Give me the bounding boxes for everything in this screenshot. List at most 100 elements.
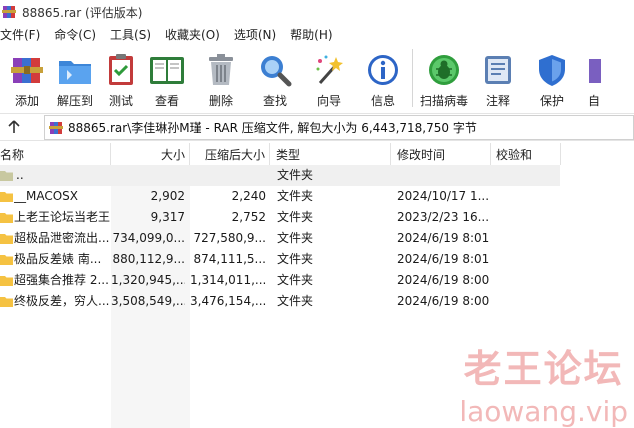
file-packed: 727,580,9... <box>193 231 266 245</box>
folder-icon <box>0 234 13 244</box>
file-type: 文件夹 <box>277 294 314 308</box>
sfx-icon <box>589 59 601 83</box>
file-type: 文件夹 <box>277 273 314 287</box>
table-row[interactable]: .. 文件夹 <box>0 165 560 186</box>
column-name-label: 名称 <box>0 147 25 162</box>
file-modified: 2024/6/19 8:01 <box>397 231 489 245</box>
extract-to-label: 解压到 <box>56 94 93 108</box>
menu-favorites[interactable]: 收藏夹(O) <box>158 24 227 46</box>
test-label: 测试 <box>108 94 133 108</box>
file-size: 734,099,0... <box>112 231 185 245</box>
shield-icon <box>539 55 565 86</box>
scan-virus-button[interactable]: 扫描病毒 <box>420 46 468 110</box>
file-packed: 3,476,154,... <box>190 294 266 308</box>
file-type: 文件夹 <box>277 189 314 203</box>
window-title: 88865.rar (评估版本) <box>22 5 143 20</box>
menu-tools[interactable]: 工具(S) <box>103 24 158 46</box>
file-size <box>111 165 185 186</box>
menu-options[interactable]: 选项(N) <box>227 24 283 46</box>
address-field[interactable]: 88865.rar\李佳琳孙M瑾 - RAR 压缩文件, 解包大小为 6,443… <box>44 115 634 140</box>
menu-help[interactable]: 帮助(H) <box>283 24 339 46</box>
file-name: __MACOSX <box>14 189 79 203</box>
menu-file[interactable]: 文件(F) <box>0 24 47 46</box>
protect-label: 保护 <box>539 94 564 108</box>
view-label: 查看 <box>154 94 179 108</box>
extract-folder-icon <box>59 61 91 84</box>
column-header-name[interactable]: 名称 <box>0 143 111 165</box>
column-header-size[interactable]: 大小 <box>111 143 190 165</box>
file-name: 超极品泄密流出... <box>14 231 110 245</box>
view-button[interactable]: 查看 <box>148 46 186 110</box>
toolbar-separator <box>412 49 413 107</box>
column-type-label: 类型 <box>276 147 301 162</box>
file-type: 文件夹 <box>277 210 314 224</box>
find-label: 查找 <box>262 94 287 108</box>
file-name: 上老王论坛当老王 <box>14 210 110 224</box>
add-label: 添加 <box>14 94 39 108</box>
file-packed <box>190 165 266 186</box>
sfx-button[interactable]: 自 <box>587 46 601 110</box>
file-modified: 2024/6/19 8:00 <box>397 294 489 308</box>
folder-icon <box>0 213 13 223</box>
column-size-label: 大小 <box>160 147 185 162</box>
column-header-type[interactable]: 类型 <box>270 143 391 165</box>
find-button[interactable]: 查找 <box>256 46 294 110</box>
menu-bar: 文件(F) 命令(C) 工具(S) 收藏夹(O) 选项(N) 帮助(H) <box>0 24 634 46</box>
file-list: 名称 大小 压缩后大小 类型 修改时间 校验和 .. 文件夹 __MACOSX … <box>0 143 634 428</box>
table-row[interactable]: 终极反差，穷人... 3,508,549,... 3,476,154,... 文… <box>0 291 560 312</box>
file-size: 2,902 <box>150 189 185 203</box>
table-row[interactable]: 超极品泄密流出... 734,099,0... 727,580,9... 文件夹… <box>0 228 560 249</box>
file-type: 文件夹 <box>277 231 314 245</box>
file-name: 极品反差婊 南... <box>14 252 102 266</box>
info-label: 信息 <box>370 94 395 108</box>
table-row[interactable]: 极品反差婊 南... 880,112,9... 874,111,5... 文件夹… <box>0 249 560 270</box>
file-packed: 874,111,5... <box>193 252 266 266</box>
extract-to-button[interactable]: 解压到 <box>56 46 94 110</box>
file-modified: 2024/6/19 8:00 <box>397 273 489 287</box>
test-clipboard-icon <box>109 54 133 85</box>
file-name: 终极反差，穷人... <box>14 294 110 308</box>
file-name: .. <box>16 168 24 182</box>
table-row[interactable]: 上老王论坛当老王 9,317 2,752 文件夹 2023/2/23 16... <box>0 207 560 228</box>
trash-icon <box>209 54 233 85</box>
title-bar: 88865.rar (评估版本) <box>0 0 634 24</box>
file-modified: 2024/6/19 8:01 <box>397 252 489 266</box>
file-type: 文件夹 <box>277 252 314 266</box>
menu-commands[interactable]: 命令(C) <box>47 24 103 46</box>
folder-icon <box>0 192 13 202</box>
up-one-level-button[interactable] <box>0 114 28 140</box>
info-button[interactable]: 信息 <box>364 46 402 110</box>
delete-button[interactable]: 删除 <box>202 46 240 110</box>
file-type: 文件夹 <box>277 168 314 182</box>
column-header-modified[interactable]: 修改时间 <box>391 143 491 165</box>
wizard-label: 向导 <box>316 94 341 108</box>
winrar-app-icon <box>2 6 16 18</box>
wizard-button[interactable]: 向导 <box>310 46 348 110</box>
arrow-up-icon <box>8 120 20 133</box>
folder-icon <box>0 255 13 265</box>
scan-virus-label: 扫描病毒 <box>420 94 469 108</box>
magnifier-icon <box>261 56 292 87</box>
test-button[interactable]: 测试 <box>102 46 140 110</box>
file-name: 超强集合推荐 2... <box>14 273 109 287</box>
virus-scan-icon <box>429 55 459 85</box>
file-packed: 1,314,011,... <box>190 273 266 287</box>
address-bar: 88865.rar\李佳琳孙M瑾 - RAR 压缩文件, 解包大小为 6,443… <box>0 113 634 141</box>
file-size: 3,508,549,... <box>111 294 185 308</box>
archive-icon <box>49 121 63 134</box>
comment-icon <box>485 56 511 84</box>
table-row[interactable]: __MACOSX 2,902 2,240 文件夹 2024/10/17 1... <box>0 186 560 207</box>
add-button[interactable]: 添加 <box>8 46 46 110</box>
address-path: 88865.rar\李佳琳孙M瑾 - RAR 压缩文件, 解包大小为 6,443… <box>68 121 477 135</box>
column-header-packed[interactable]: 压缩后大小 <box>190 143 270 165</box>
file-modified: 2024/10/17 1... <box>397 189 489 203</box>
view-book-icon <box>150 57 184 84</box>
column-packed-label: 压缩后大小 <box>204 147 265 162</box>
folder-icon <box>0 276 13 286</box>
file-modified <box>397 165 489 186</box>
comment-button[interactable]: 注释 <box>479 46 517 110</box>
table-row[interactable]: 超强集合推荐 2... 1,320,945,... 1,314,011,... … <box>0 270 560 291</box>
column-header-crc[interactable]: 校验和 <box>491 143 561 165</box>
protect-button[interactable]: 保护 <box>533 46 571 110</box>
column-modified-label: 修改时间 <box>397 147 446 162</box>
